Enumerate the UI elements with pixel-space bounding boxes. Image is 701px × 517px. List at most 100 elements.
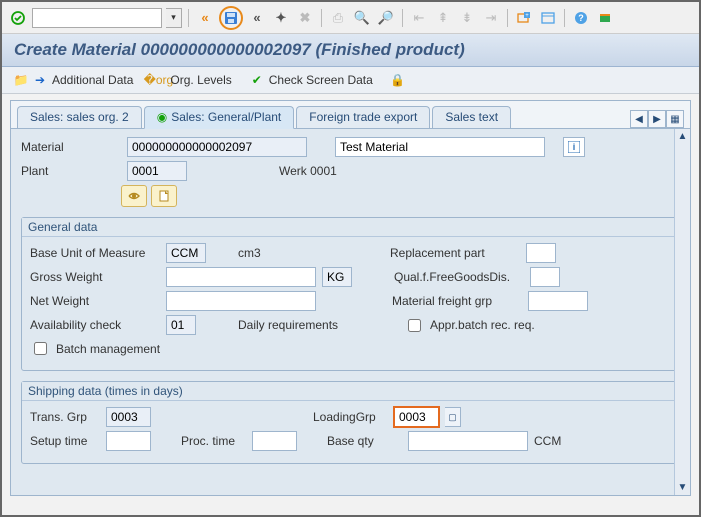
scroll-up-icon[interactable]: ▲ bbox=[678, 129, 688, 144]
avail-check-desc: Daily requirements bbox=[238, 318, 368, 332]
replacement-field[interactable] bbox=[526, 243, 556, 263]
help-icon[interactable]: ? bbox=[571, 8, 591, 28]
tab-body: Material i Plant Werk 0001 General d bbox=[11, 129, 690, 495]
replacement-label: Replacement part bbox=[390, 246, 520, 260]
tab-foreign-trade-export[interactable]: Foreign trade export bbox=[296, 106, 430, 128]
loading-grp-label: LoadingGrp bbox=[313, 410, 388, 424]
svg-text:?: ? bbox=[578, 13, 584, 23]
plant-desc: Werk 0001 bbox=[279, 164, 337, 178]
plant-label: Plant bbox=[21, 164, 121, 178]
find-icon: 🔍 bbox=[352, 8, 372, 28]
buom-label: Base Unit of Measure bbox=[30, 246, 160, 260]
find-next-icon: 🔎 bbox=[376, 8, 396, 28]
tab-list-button[interactable]: ▦ bbox=[666, 110, 684, 128]
base-qty-field[interactable] bbox=[408, 431, 528, 451]
arrow-right-icon: ➔ bbox=[33, 73, 47, 87]
additional-data-button[interactable]: 📁 ➔ Additional Data bbox=[14, 73, 133, 87]
lock-icon: 🔒 bbox=[391, 73, 405, 87]
next-page-icon: ⇟ bbox=[457, 8, 477, 28]
command-dropdown[interactable]: ▾ bbox=[166, 8, 182, 28]
display-button[interactable] bbox=[121, 185, 147, 207]
net-weight-field[interactable] bbox=[166, 291, 316, 311]
tab-strip: Sales: sales org. 2 ◉Sales: General/Plan… bbox=[11, 101, 690, 129]
svg-text:i: i bbox=[573, 142, 576, 152]
trans-grp-field[interactable] bbox=[106, 407, 151, 427]
net-weight-label: Net Weight bbox=[30, 294, 160, 308]
last-page-icon: ⇥ bbox=[481, 8, 501, 28]
main-toolbar: ▾ « « ✦ ✖ ⎙ 🔍 🔎 ⇤ ⇞ ⇟ ⇥ + ? bbox=[2, 2, 699, 34]
tab-sales-general-plant[interactable]: ◉Sales: General/Plant bbox=[144, 106, 295, 129]
buom-desc: cm3 bbox=[238, 246, 348, 260]
proc-time-field[interactable] bbox=[252, 431, 297, 451]
setup-time-field[interactable] bbox=[106, 431, 151, 451]
nav-first-icon[interactable]: « bbox=[195, 8, 215, 28]
layout-icon[interactable] bbox=[538, 8, 558, 28]
enter-icon[interactable] bbox=[8, 8, 28, 28]
material-field[interactable] bbox=[127, 137, 307, 157]
command-field[interactable] bbox=[32, 8, 162, 28]
setup-time-label: Setup time bbox=[30, 434, 100, 448]
shipping-data-group: Shipping data (times in days) Trans. Grp… bbox=[21, 381, 680, 464]
buom-field[interactable] bbox=[166, 243, 206, 263]
folder-icon: 📁 bbox=[14, 73, 28, 87]
avail-check-field[interactable] bbox=[166, 315, 196, 335]
general-data-group: General data Base Unit of Measure cm3 Re… bbox=[21, 217, 680, 371]
org-levels-button[interactable]: �org Org. Levels bbox=[151, 73, 231, 87]
gross-weight-field[interactable] bbox=[166, 267, 316, 287]
check-icon: ✔ bbox=[250, 73, 264, 87]
gross-weight-label: Gross Weight bbox=[30, 270, 160, 284]
lock-button[interactable]: 🔒 bbox=[391, 73, 405, 87]
vertical-scrollbar[interactable]: ▲ ▼ bbox=[674, 129, 690, 495]
freight-field[interactable] bbox=[528, 291, 588, 311]
cancel-icon: ✖ bbox=[295, 8, 315, 28]
loading-grp-field[interactable] bbox=[394, 407, 439, 427]
appr-batch-label: Appr.batch rec. req. bbox=[430, 318, 535, 332]
new-session-icon[interactable]: + bbox=[514, 8, 534, 28]
check-screen-label: Check Screen Data bbox=[269, 73, 373, 87]
batch-mgmt-checkbox[interactable] bbox=[34, 342, 47, 355]
batch-mgmt-label: Batch management bbox=[56, 342, 160, 356]
first-page-icon: ⇤ bbox=[409, 8, 429, 28]
tab-nav: ◀ ▶ ▦ bbox=[630, 110, 684, 128]
appr-batch-checkbox[interactable] bbox=[408, 319, 421, 332]
page-title: Create Material 000000000000002097 (Fini… bbox=[14, 40, 687, 60]
tab-sales-text[interactable]: Sales text bbox=[432, 106, 511, 128]
customize-icon[interactable] bbox=[595, 8, 615, 28]
qualf-label: Qual.f.FreeGoodsDis. bbox=[394, 270, 524, 284]
material-label: Material bbox=[21, 140, 121, 154]
prev-page-icon: ⇞ bbox=[433, 8, 453, 28]
plant-field[interactable] bbox=[127, 161, 187, 181]
sub-toolbar: 📁 ➔ Additional Data �org Org. Levels ✔ C… bbox=[2, 67, 699, 94]
freight-label: Material freight grp bbox=[392, 294, 522, 308]
back-icon[interactable]: « bbox=[247, 8, 267, 28]
active-dot-icon: ◉ bbox=[157, 110, 167, 124]
svg-text:+: + bbox=[525, 13, 529, 19]
check-screen-button[interactable]: ✔ Check Screen Data bbox=[250, 73, 373, 87]
scroll-down-icon[interactable]: ▼ bbox=[678, 480, 688, 495]
org-icon: �org bbox=[151, 73, 165, 87]
save-icon[interactable] bbox=[221, 8, 241, 28]
general-data-legend: General data bbox=[22, 218, 679, 237]
document-button[interactable] bbox=[151, 185, 177, 207]
material-desc-field[interactable] bbox=[335, 137, 545, 157]
trans-grp-label: Trans. Grp bbox=[30, 410, 100, 424]
base-qty-unit: CCM bbox=[534, 434, 561, 448]
info-button[interactable]: i bbox=[563, 137, 585, 157]
base-qty-label: Base qty bbox=[327, 434, 402, 448]
proc-time-label: Proc. time bbox=[181, 434, 246, 448]
title-bar: Create Material 000000000000002097 (Fini… bbox=[2, 34, 699, 67]
exit-icon[interactable]: ✦ bbox=[271, 8, 291, 28]
tab-scroll-left[interactable]: ◀ bbox=[630, 110, 648, 128]
loading-grp-f4[interactable]: ▢ bbox=[445, 407, 461, 427]
app-window: { "toolbar": { "command_value": "", "com… bbox=[0, 0, 701, 517]
avail-check-label: Availability check bbox=[30, 318, 160, 332]
shipping-legend: Shipping data (times in days) bbox=[22, 382, 679, 401]
gross-weight-unit[interactable] bbox=[322, 267, 352, 287]
qualf-field[interactable] bbox=[530, 267, 560, 287]
tab-sales-org-2[interactable]: Sales: sales org. 2 bbox=[17, 106, 142, 128]
org-levels-label: Org. Levels bbox=[170, 73, 231, 87]
save-highlight-circle bbox=[219, 6, 243, 30]
tab-scroll-right[interactable]: ▶ bbox=[648, 110, 666, 128]
additional-data-label: Additional Data bbox=[52, 73, 133, 87]
tab-container: Sales: sales org. 2 ◉Sales: General/Plan… bbox=[10, 100, 691, 496]
